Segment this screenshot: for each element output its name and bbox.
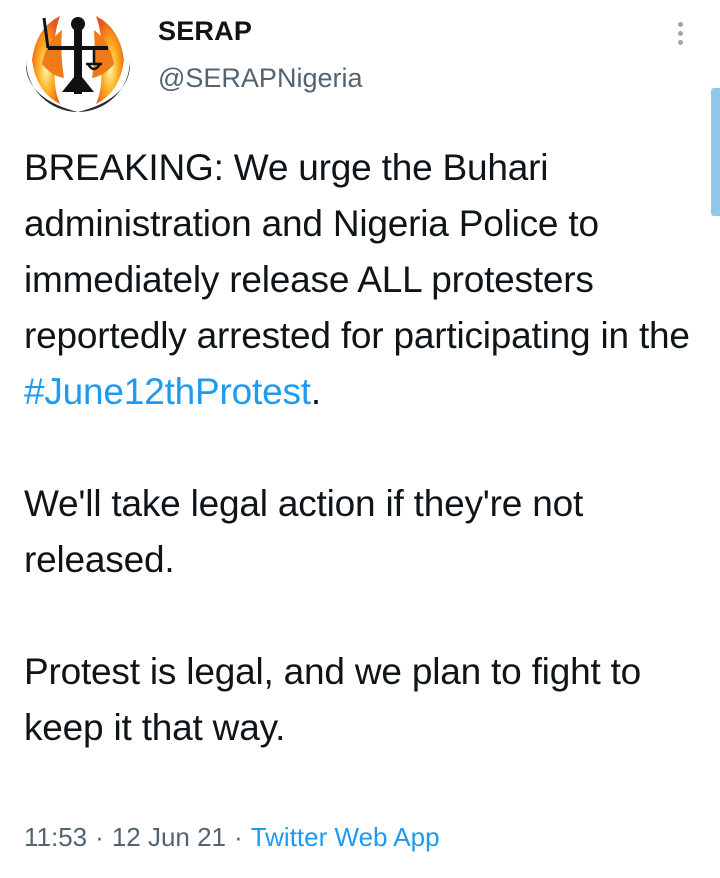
serap-justice-logo-icon[interactable] [22, 8, 134, 112]
user-block[interactable]: SERAP @SERAPNigeria [158, 16, 362, 94]
meta-separator: · [95, 822, 104, 852]
tweet-paragraph-2: We'll take legal action if they're not r… [24, 483, 584, 580]
tweet-text-part: . [310, 371, 321, 412]
tweet-card: SERAP @SERAPNigeria BREAKING: We urge th… [0, 0, 720, 878]
tweet-paragraph-3: Protest is legal, and we plan to fight t… [24, 651, 642, 748]
tweet-time[interactable]: 11:53 [24, 822, 87, 852]
meta-separator: · [234, 822, 243, 852]
tweet-meta: 11:53 · 12 Jun 21 · Twitter Web App [24, 822, 440, 853]
more-vertical-icon[interactable] [670, 22, 690, 52]
tweet-source-link[interactable]: Twitter Web App [251, 822, 440, 852]
tweet-text: BREAKING: We urge the Buhari administrat… [24, 140, 714, 756]
hashtag-link[interactable]: #June12thProtest [24, 371, 311, 412]
display-name[interactable]: SERAP [158, 16, 362, 47]
tweet-text-part: BREAKING: We urge the Buhari administrat… [24, 147, 690, 356]
tweet-paragraph-1: BREAKING: We urge the Buhari administrat… [24, 140, 714, 420]
tweet-date[interactable]: 12 Jun 21 [112, 822, 226, 852]
user-handle[interactable]: @SERAPNigeria [158, 63, 362, 94]
